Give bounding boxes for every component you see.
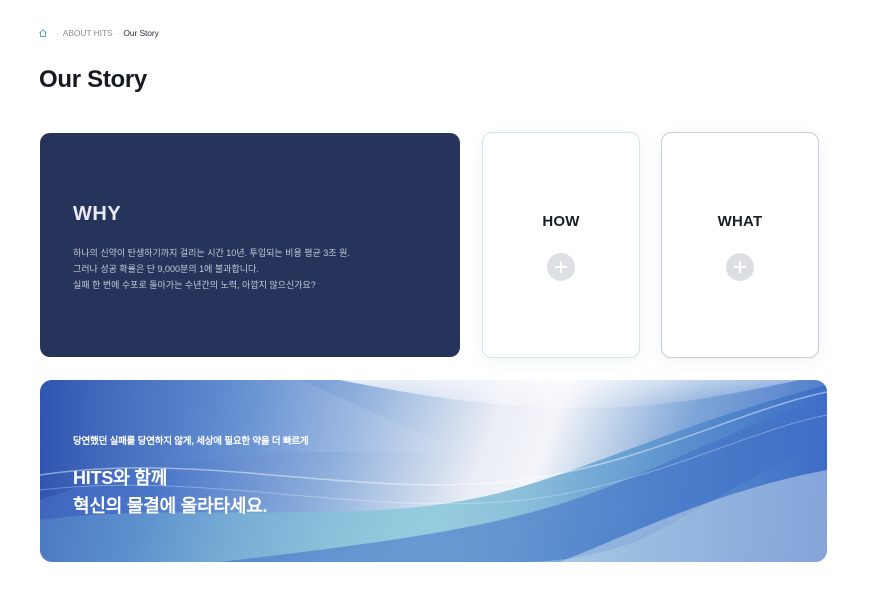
breadcrumb-separator: · xyxy=(116,28,120,38)
what-card[interactable]: WHAT xyxy=(661,132,819,358)
why-title: WHY xyxy=(73,203,122,225)
banner-title-line: HITS와 함께 xyxy=(73,468,168,488)
what-plus-icon[interactable] xyxy=(726,253,754,281)
banner-title-line: 혁신의 물결에 올라타세요. xyxy=(73,496,268,516)
home-icon[interactable] xyxy=(38,28,48,38)
breadcrumb-item-current: Our Story xyxy=(123,28,159,38)
how-plus-icon[interactable] xyxy=(547,253,575,281)
breadcrumb: · ABOUT HITS · Our Story xyxy=(38,28,159,38)
page-title: Our Story xyxy=(39,66,147,93)
why-description-line: 그러나 성공 확률은 단 9,000분의 1에 불과합니다. xyxy=(73,264,259,274)
page: · ABOUT HITS · Our Story Our Story WHY 하… xyxy=(0,0,871,595)
promo-banner: 당연했던 실패를 당연하지 않게, 세상에 필요한 약을 더 빠르게 HITS와… xyxy=(40,380,827,562)
banner-subtitle: 당연했던 실패를 당연하지 않게, 세상에 필요한 약을 더 빠르게 xyxy=(73,436,309,447)
why-card: WHY 하나의 신약이 탄생하기까지 걸리는 시간 10년. 투입되는 비용 평… xyxy=(40,133,460,357)
banner-title: HITS와 함께 혁신의 물결에 올라타세요. xyxy=(73,464,268,520)
why-description-line: 하나의 신약이 탄생하기까지 걸리는 시간 10년. 투입되는 비용 평균 3조… xyxy=(73,248,350,258)
why-description-line: 실패 한 번에 수포로 돌아가는 수년간의 노력, 아깝지 않으신가요? xyxy=(73,280,316,290)
how-title: HOW xyxy=(542,213,580,230)
why-description: 하나의 신약이 탄생하기까지 걸리는 시간 10년. 투입되는 비용 평균 3조… xyxy=(73,245,433,293)
breadcrumb-separator: · xyxy=(56,28,59,38)
breadcrumb-item-about-hits[interactable]: ABOUT HITS xyxy=(63,28,113,38)
what-title: WHAT xyxy=(717,213,763,230)
how-card[interactable]: HOW xyxy=(482,132,640,358)
